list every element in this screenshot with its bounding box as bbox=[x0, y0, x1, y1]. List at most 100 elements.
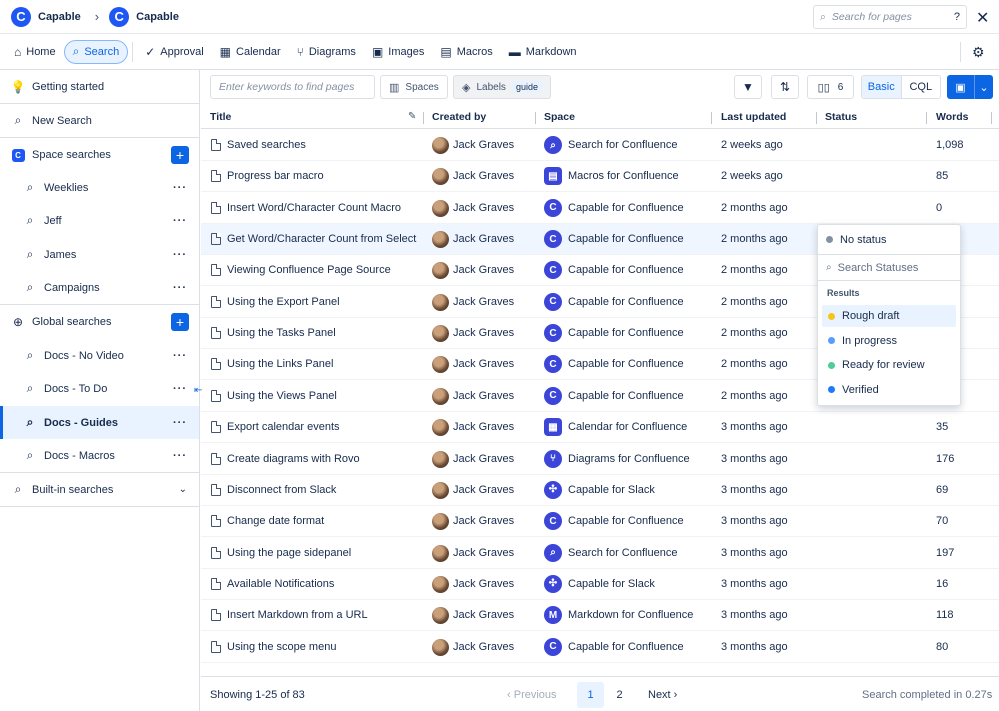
sidebar-space-searches[interactable]: C Space searches + bbox=[0, 138, 199, 171]
add-global-search-button[interactable]: + bbox=[171, 312, 189, 331]
next-page-button[interactable]: Next › bbox=[648, 689, 677, 701]
row-title[interactable]: Available Notifications bbox=[227, 578, 417, 590]
nav-home[interactable]: ⌂ Home bbox=[6, 40, 64, 64]
more-icon[interactable]: ··· bbox=[173, 350, 187, 362]
row-space[interactable]: Capable for Confluence bbox=[568, 390, 708, 402]
col-divider[interactable] bbox=[535, 112, 536, 124]
row-author[interactable]: Jack Graves bbox=[453, 358, 533, 370]
more-icon[interactable]: ··· bbox=[173, 249, 187, 261]
col-created-by[interactable]: Created by bbox=[432, 111, 486, 123]
row-author[interactable]: Jack Graves bbox=[453, 202, 533, 214]
breadcrumb-capable[interactable]: Capable bbox=[38, 11, 81, 23]
row-author[interactable]: Jack Graves bbox=[453, 264, 533, 276]
row-space[interactable]: Capable for Confluence bbox=[568, 515, 708, 527]
columns-button[interactable]: ▯▯ 6 bbox=[807, 75, 854, 99]
row-author[interactable]: Jack Graves bbox=[453, 484, 533, 496]
row-space[interactable]: Markdown for Confluence bbox=[568, 609, 708, 621]
sidebar-item-docs-guides[interactable]: ⌕ Docs - Guides ··· bbox=[0, 406, 199, 439]
row-author[interactable]: Jack Graves bbox=[453, 421, 533, 433]
col-divider[interactable] bbox=[816, 112, 817, 124]
chevron-down-icon[interactable]: ⌄ bbox=[975, 75, 993, 99]
page-1-button[interactable]: 1 bbox=[577, 682, 604, 708]
col-title[interactable]: Title bbox=[210, 111, 231, 123]
row-title[interactable]: Export calendar events bbox=[227, 421, 417, 433]
row-space[interactable]: Capable for Confluence bbox=[568, 358, 708, 370]
status-option[interactable]: In progress bbox=[822, 330, 956, 352]
table-row[interactable]: Insert Word/Character Count Macro Jack Gr… bbox=[201, 193, 999, 224]
table-row[interactable]: Insert Markdown from a URL Jack Graves M Ma… bbox=[201, 600, 999, 632]
sidebar-global-searches[interactable]: ⊕ Global searches + bbox=[0, 305, 199, 338]
table-row[interactable]: Disconnect from Slack Jack Graves ✣ Capable… bbox=[201, 475, 999, 506]
sidebar-item-docs-to-do[interactable]: ⌕ Docs - To Do ··· bbox=[0, 372, 199, 405]
table-row[interactable]: Using the scope menu Jack Graves C Capable … bbox=[201, 632, 999, 663]
spaces-filter-button[interactable]: ▥ Spaces bbox=[380, 75, 448, 99]
col-divider[interactable] bbox=[926, 112, 927, 124]
row-space[interactable]: Capable for Confluence bbox=[568, 296, 708, 308]
capable-logo-icon[interactable]: C bbox=[11, 6, 31, 27]
table-row[interactable]: Change date format Jack Graves C Capable fo… bbox=[201, 506, 999, 538]
status-option[interactable]: Verified bbox=[822, 379, 956, 401]
row-author[interactable]: Jack Graves bbox=[453, 609, 533, 621]
chevron-down-icon[interactable]: ⌄ bbox=[179, 484, 187, 495]
page-2-button[interactable]: 2 bbox=[606, 682, 633, 708]
row-author[interactable]: Jack Graves bbox=[453, 390, 533, 402]
nav-macros[interactable]: ▤ Macros bbox=[432, 40, 500, 64]
table-row[interactable]: Using the page sidepanel Jack Graves ⌕ Sear… bbox=[201, 538, 999, 569]
labels-filter-button[interactable]: ◈ Labels guide bbox=[453, 75, 551, 99]
previous-page-button[interactable]: ‹ Previous bbox=[507, 689, 557, 701]
row-space[interactable]: Search for Confluence bbox=[568, 547, 708, 559]
row-title[interactable]: Get Word/Character Count from Select bbox=[227, 233, 417, 245]
nav-diagrams[interactable]: ⑂ Diagrams bbox=[289, 40, 364, 64]
more-icon[interactable]: ··· bbox=[173, 383, 187, 395]
row-title[interactable]: Create diagrams with Rovo bbox=[227, 453, 417, 465]
row-title[interactable]: Insert Word/Character Count Macro bbox=[227, 202, 417, 214]
status-option[interactable]: Rough draft bbox=[822, 305, 956, 327]
nav-calendar[interactable]: ▦ Calendar bbox=[212, 40, 289, 64]
label-tag-guide[interactable]: guide bbox=[511, 81, 542, 93]
nav-images[interactable]: ▣ Images bbox=[364, 40, 432, 64]
breadcrumb-space[interactable]: Capable bbox=[136, 11, 179, 23]
row-author[interactable]: Jack Graves bbox=[453, 547, 533, 559]
more-icon[interactable]: ··· bbox=[173, 182, 187, 194]
row-author[interactable]: Jack Graves bbox=[453, 233, 533, 245]
row-space[interactable]: Search for Confluence bbox=[568, 139, 708, 151]
row-author[interactable]: Jack Graves bbox=[453, 453, 533, 465]
table-row[interactable]: Saved searches Jack Graves ⌕ Search for Con… bbox=[201, 130, 999, 161]
sidebar-item-weeklies[interactable]: ⌕ Weeklies ··· bbox=[0, 171, 199, 204]
col-divider[interactable] bbox=[711, 112, 712, 124]
table-row[interactable]: Create diagrams with Rovo Jack Graves ⑂ Dia… bbox=[201, 444, 999, 475]
row-space[interactable]: Capable for Confluence bbox=[568, 641, 708, 653]
row-title[interactable]: Using the Links Panel bbox=[227, 358, 417, 370]
nav-search[interactable]: ⌕ Search bbox=[63, 39, 129, 64]
col-status[interactable]: Status bbox=[825, 111, 857, 123]
row-space[interactable]: Capable for Confluence bbox=[568, 233, 708, 245]
sidebar-builtin-searches[interactable]: ⌕ Built-in searches ⌄ bbox=[0, 473, 199, 506]
row-author[interactable]: Jack Graves bbox=[453, 641, 533, 653]
close-icon[interactable]: ✕ bbox=[976, 8, 989, 28]
sidebar-item-campaigns[interactable]: ⌕ Campaigns ··· bbox=[0, 271, 199, 304]
row-author[interactable]: Jack Graves bbox=[453, 139, 533, 151]
help-icon[interactable]: ? bbox=[954, 11, 960, 23]
row-author[interactable]: Jack Graves bbox=[453, 515, 533, 527]
more-icon[interactable]: ··· bbox=[173, 417, 187, 429]
pencil-icon[interactable]: ✎ bbox=[408, 111, 416, 122]
row-author[interactable]: Jack Graves bbox=[453, 578, 533, 590]
row-space[interactable]: Capable for Slack bbox=[568, 484, 708, 496]
row-space[interactable]: Capable for Confluence bbox=[568, 264, 708, 276]
sidebar-new-search[interactable]: ⌕ New Search bbox=[0, 104, 199, 137]
sort-button[interactable]: ⇅ bbox=[771, 75, 799, 99]
row-title[interactable]: Change date format bbox=[227, 515, 417, 527]
row-space[interactable]: Capable for Slack bbox=[568, 578, 708, 590]
sidebar-item-jeff[interactable]: ⌕ Jeff ··· bbox=[0, 204, 199, 237]
table-row[interactable]: Progress bar macro Jack Graves ▤ Macros for… bbox=[201, 161, 999, 193]
row-title[interactable]: Insert Markdown from a URL bbox=[227, 609, 417, 621]
row-title[interactable]: Using the Tasks Panel bbox=[227, 327, 417, 339]
row-space[interactable]: Macros for Confluence bbox=[568, 170, 708, 182]
row-title[interactable]: Disconnect from Slack bbox=[227, 484, 417, 496]
row-author[interactable]: Jack Graves bbox=[453, 170, 533, 182]
col-divider[interactable] bbox=[423, 112, 424, 124]
more-icon[interactable]: ··· bbox=[173, 282, 187, 294]
row-space[interactable]: Diagrams for Confluence bbox=[568, 453, 708, 465]
row-space[interactable]: Capable for Confluence bbox=[568, 202, 708, 214]
col-space[interactable]: Space bbox=[544, 111, 575, 123]
